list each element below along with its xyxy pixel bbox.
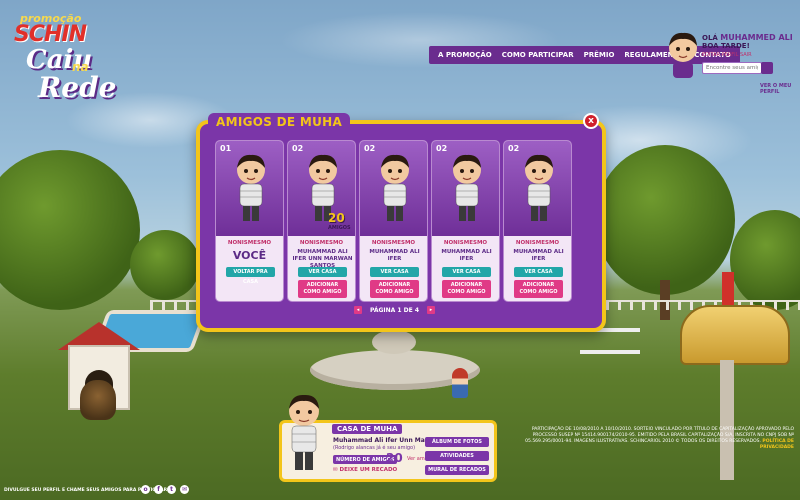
user-avatar[interactable] xyxy=(663,30,703,78)
facebook-icon[interactable]: f xyxy=(154,485,163,494)
my-profile-link[interactable]: VER O MEU PERFIL xyxy=(760,83,800,95)
legal-body: PARTICIPAÇÃO DE 10/08/2010 A 10/10/2010.… xyxy=(525,427,794,444)
close-button[interactable]: x xyxy=(583,113,599,129)
dog xyxy=(80,380,116,420)
card-nickname: NONISMESMO xyxy=(443,240,488,246)
friend-card: 02 NONISMESMO MUHAMMAD ALI IFER VER CASA… xyxy=(503,140,572,302)
friend-card: 02 20 AMIGOS NONISMESMO MUHAMMAD ALI IFER… xyxy=(287,140,356,302)
logo-rede: Rede xyxy=(38,71,117,104)
pagination: ◂ PÁGINA 1 DE 4 ▸ xyxy=(354,306,436,314)
friend-card: 02 NONISMESMO MUHAMMAD ALI IFER VER CASA… xyxy=(431,140,500,302)
email-icon[interactable]: ✉ xyxy=(180,485,189,494)
friend-avatar[interactable] xyxy=(519,153,559,223)
add-friend-button[interactable]: ADICIONAR COMO AMIGO xyxy=(370,280,419,298)
page-indicator: PÁGINA 1 DE 4 xyxy=(370,306,420,314)
friend-card: 01 NONISMESMO VOCÊ VOLTAR PRA CASA xyxy=(215,140,284,302)
view-house-button[interactable]: VER CASA xyxy=(514,267,563,277)
house-owner-avatar xyxy=(289,394,319,470)
card-rank: 02 xyxy=(508,144,520,153)
garden-gnome xyxy=(452,368,468,398)
greeting: OLÁ MUHAMMED ALI BOA TARDE! EDITAR PERFI… xyxy=(702,33,796,58)
view-house-button[interactable]: VER CASA xyxy=(370,267,419,277)
mailbox[interactable] xyxy=(680,305,790,365)
message-wall-button[interactable]: MURAL DE RECADOS xyxy=(425,465,489,475)
back-home-button[interactable]: VOLTAR PRA CASA xyxy=(226,267,275,285)
activities-button[interactable]: ATIVIDADES xyxy=(425,451,489,461)
nav-a-promocao[interactable]: A PROMOÇÃO xyxy=(433,51,497,59)
photo-album-button[interactable]: ÁLBUM DE FOTOS xyxy=(425,437,489,447)
logo-brand: SCHIN xyxy=(14,22,87,47)
background-tree-right xyxy=(595,145,735,295)
promo-logo[interactable]: promoção SCHIN Caiu na Rede xyxy=(8,12,118,104)
house-friend-hint: (Rodrigo alancas já é seu amigo) xyxy=(333,445,416,451)
profile-links[interactable]: EDITAR PERFIL SAIR xyxy=(702,52,796,58)
friend-avatar[interactable] xyxy=(375,153,415,223)
friend-count-value: 20 xyxy=(386,451,403,465)
search-button[interactable] xyxy=(761,62,773,74)
add-friend-button[interactable]: ADICIONAR COMO AMIGO xyxy=(514,280,563,298)
nav-premio[interactable]: PRÊMIO xyxy=(579,51,620,59)
card-rank: 02 xyxy=(436,144,448,153)
greeting-hello-word: OLÁ xyxy=(702,34,718,42)
mailbox-post xyxy=(720,360,734,480)
greeting-user-name: MUHAMMED ALI xyxy=(720,33,793,42)
card-name: MUHAMMAD ALI IFER xyxy=(369,249,420,262)
house-title: CASA DE MUHA xyxy=(332,424,403,434)
friend-cards: 01 NONISMESMO VOCÊ VOLTAR PRA CASA 02 20… xyxy=(215,140,572,302)
friend-avatar[interactable] xyxy=(447,153,487,223)
card-name: MUHAMMAD ALI IFER xyxy=(441,249,492,262)
find-friends-input[interactable] xyxy=(702,62,762,74)
card-nickname: NONISMESMO xyxy=(371,240,416,246)
friend-card: 02 NONISMESMO MUHAMMAD ALI IFER VER CASA… xyxy=(359,140,428,302)
card-nickname: NONISMESMO xyxy=(299,240,344,246)
fountain-top xyxy=(372,330,416,354)
view-house-button[interactable]: VER CASA xyxy=(442,267,491,277)
add-friend-button[interactable]: ADICIONAR COMO AMIGO xyxy=(442,280,491,298)
nav-como-participar[interactable]: COMO PARTICIPAR xyxy=(497,51,579,59)
leave-message-link[interactable]: ✉ DEIXE UM RECADO xyxy=(333,467,397,473)
card-nickname: NONISMESMO xyxy=(227,240,272,246)
card-rank: 02 xyxy=(364,144,376,153)
social-icons: o f t ✉ xyxy=(141,485,189,494)
leave-message-label: DEIXE UM RECADO xyxy=(339,467,398,473)
greeting-sub: BOA TARDE! xyxy=(702,42,750,50)
orkut-icon[interactable]: o xyxy=(141,485,150,494)
greeting-hello: OLÁ MUHAMMED ALI xyxy=(702,33,796,42)
background-tree-mid xyxy=(130,230,200,300)
twitter-icon[interactable]: t xyxy=(167,485,176,494)
view-house-button[interactable]: VER CASA xyxy=(298,267,347,277)
card-nickname: NONISMESMO xyxy=(515,240,560,246)
badge-label: AMIGOS xyxy=(328,225,351,231)
friend-avatar[interactable] xyxy=(231,153,271,223)
friends-count-badge: 20 AMIGOS xyxy=(328,212,351,233)
legal-text: PARTICIPAÇÃO DE 10/08/2010 A 10/10/2010.… xyxy=(508,427,794,451)
prev-page-button[interactable]: ◂ xyxy=(354,306,362,314)
card-rank: 01 xyxy=(220,144,232,153)
next-page-button[interactable]: ▸ xyxy=(427,306,436,314)
card-rank: 02 xyxy=(292,144,304,153)
panel-title: AMIGOS DE MUHA xyxy=(208,113,351,131)
privacy-policy-link[interactable]: POLÍTICA DE PRIVACIDADE xyxy=(760,439,794,450)
card-name: VOCÊ xyxy=(232,249,267,262)
add-friend-button[interactable]: ADICIONAR COMO AMIGO xyxy=(298,280,347,298)
card-name: MUHAMMAD ALI IFER xyxy=(513,249,564,262)
